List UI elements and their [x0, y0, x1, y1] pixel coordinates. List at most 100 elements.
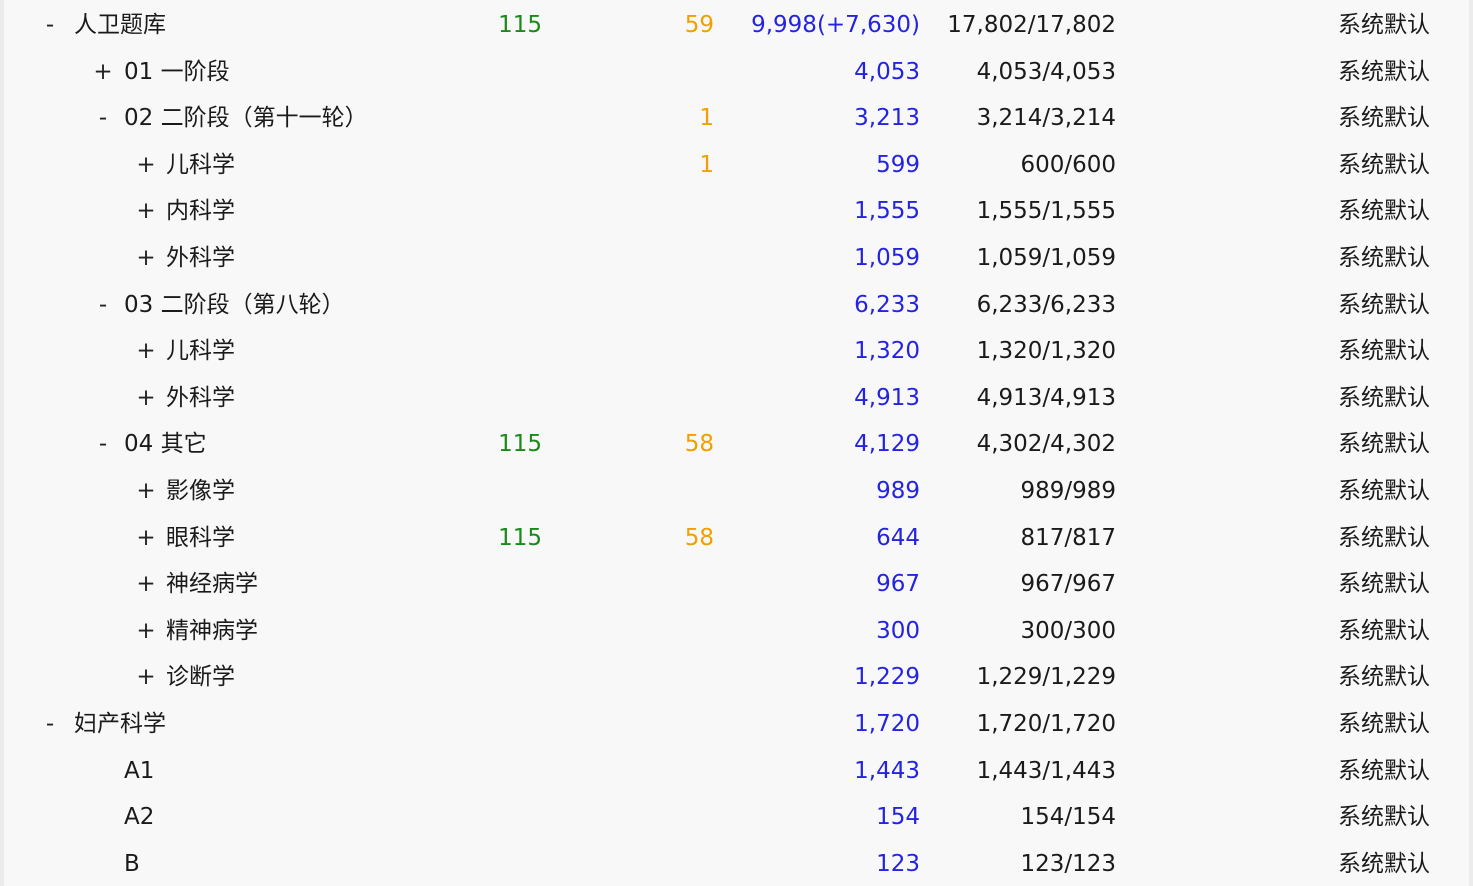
collapse-toggle[interactable]: - [93, 282, 113, 329]
count-blue[interactable]: 989 [876, 468, 920, 515]
row-name[interactable]: 儿科学 [166, 142, 235, 189]
collapse-toggle[interactable]: - [40, 2, 60, 49]
tree-row-02[interactable]: - 02 二阶段（第十一轮） 1 3,213 3,214/3,214 系统默认 [0, 95, 1473, 142]
count-blue[interactable]: 967 [876, 561, 920, 608]
row-name[interactable]: 精神病学 [166, 608, 258, 655]
count-ratio: 3,214/3,214 [976, 105, 1116, 132]
count-blue[interactable]: 1,320 [854, 328, 920, 375]
tree-row-04-diagnostics[interactable]: + 诊断学 1,229 1,229/1,229 系统默认 [0, 654, 1473, 701]
count-ratio: 17,802/17,802 [947, 12, 1116, 38]
setting-label[interactable]: 系统默认 [1338, 421, 1430, 468]
setting-label[interactable]: 系统默认 [1338, 188, 1430, 235]
count-ratio: 1,059/1,059 [976, 244, 1116, 271]
tree-row-03-surgery[interactable]: + 外科学 4,913 4,913/4,913 系统默认 [0, 375, 1473, 422]
tree-row-04-imaging[interactable]: + 影像学 989 989/989 系统默认 [0, 468, 1473, 515]
tree-row-a1[interactable]: A1 1,443 1,443/1,443 系统默认 [0, 748, 1473, 795]
count-blue[interactable]: 1,229 [854, 654, 920, 701]
row-name[interactable]: 外科学 [166, 375, 235, 422]
row-name[interactable]: 人卫题库 [74, 2, 166, 49]
setting-label[interactable]: 系统默认 [1338, 561, 1430, 608]
setting-label[interactable]: 系统默认 [1338, 49, 1430, 96]
collapse-toggle[interactable]: - [93, 421, 113, 468]
setting-label[interactable]: 系统默认 [1338, 468, 1430, 515]
tree-row-02-pediatrics[interactable]: + 儿科学 1 599 600/600 系统默认 [0, 142, 1473, 189]
count-ratio: 123/123 [1020, 850, 1116, 877]
count-blue[interactable]: 123 [876, 841, 920, 886]
row-name[interactable]: 内科学 [166, 188, 235, 235]
tree-row-04-ophthalmology[interactable]: + 眼科学 115 58 644 817/817 系统默认 [0, 515, 1473, 562]
expand-toggle[interactable]: + [136, 188, 156, 235]
collapse-toggle[interactable]: - [93, 95, 113, 142]
tree-row-02-internal[interactable]: + 内科学 1,555 1,555/1,555 系统默认 [0, 188, 1473, 235]
setting-label[interactable]: 系统默认 [1338, 841, 1430, 886]
count-blue[interactable]: 1,059 [854, 235, 920, 282]
count-blue[interactable]: 1,443 [854, 748, 920, 795]
expand-toggle[interactable]: + [136, 561, 156, 608]
setting-label[interactable]: 系统默认 [1338, 748, 1430, 795]
tree-row-03-pediatrics[interactable]: + 儿科学 1,320 1,320/1,320 系统默认 [0, 328, 1473, 375]
expand-toggle[interactable]: + [136, 142, 156, 189]
setting-label[interactable]: 系统默认 [1338, 95, 1430, 142]
tree-row-04-neurology[interactable]: + 神经病学 967 967/967 系统默认 [0, 561, 1473, 608]
tree-row-02-surgery[interactable]: + 外科学 1,059 1,059/1,059 系统默认 [0, 235, 1473, 282]
expand-toggle[interactable]: + [136, 515, 156, 562]
count-blue[interactable]: 154 [876, 794, 920, 841]
row-name[interactable]: 04 其它 [124, 421, 207, 468]
row-name[interactable]: 儿科学 [166, 328, 235, 375]
setting-label[interactable]: 系统默认 [1338, 2, 1430, 49]
expand-toggle[interactable]: + [136, 235, 156, 282]
tree-row-03[interactable]: - 03 二阶段（第八轮） 6,233 6,233/6,233 系统默认 [0, 282, 1473, 329]
expand-toggle[interactable]: + [136, 654, 156, 701]
expand-toggle[interactable]: + [136, 375, 156, 422]
count-blue[interactable]: 300 [876, 608, 920, 655]
row-name[interactable]: B [124, 841, 140, 886]
count-ratio: 1,229/1,229 [976, 664, 1116, 691]
row-name[interactable]: 诊断学 [166, 654, 235, 701]
setting-label[interactable]: 系统默认 [1338, 142, 1430, 189]
count-blue[interactable]: 644 [876, 515, 920, 562]
row-name[interactable]: 眼科学 [166, 515, 235, 562]
row-name[interactable]: 02 二阶段（第十一轮） [124, 95, 368, 142]
tree-row-01[interactable]: + 01 一阶段 4,053 4,053/4,053 系统默认 [0, 49, 1473, 96]
setting-label[interactable]: 系统默认 [1338, 794, 1430, 841]
tree-row-04[interactable]: - 04 其它 115 58 4,129 4,302/4,302 系统默认 [0, 421, 1473, 468]
row-name[interactable]: A2 [124, 794, 154, 841]
row-name[interactable]: 01 一阶段 [124, 49, 230, 96]
row-name[interactable]: 妇产科学 [74, 701, 166, 748]
row-name[interactable]: 神经病学 [166, 561, 258, 608]
setting-label[interactable]: 系统默认 [1338, 515, 1430, 562]
tree-row-renwei[interactable]: - 人卫题库 115 59 9,998(+7,630) 17,802/17,80… [0, 2, 1473, 49]
count-blue[interactable]: 4,129 [854, 421, 920, 468]
setting-label[interactable]: 系统默认 [1338, 328, 1430, 375]
tree-row-04-psychiatry[interactable]: + 精神病学 300 300/300 系统默认 [0, 608, 1473, 655]
tree-row-a2[interactable]: A2 154 154/154 系统默认 [0, 794, 1473, 841]
count-blue[interactable]: 1,555 [854, 188, 920, 235]
expand-toggle[interactable]: + [93, 49, 113, 96]
row-name[interactable]: 影像学 [166, 468, 235, 515]
count-blue[interactable]: 9,998(+7,630) [751, 2, 920, 49]
setting-label[interactable]: 系统默认 [1338, 282, 1430, 329]
count-blue[interactable]: 4,913 [854, 375, 920, 422]
count-blue[interactable]: 4,053 [854, 49, 920, 96]
collapse-toggle[interactable]: - [40, 701, 60, 748]
count-blue[interactable]: 3,213 [854, 95, 920, 142]
row-name[interactable]: A1 [124, 748, 154, 795]
count-ratio: 6,233/6,233 [976, 291, 1116, 318]
setting-label[interactable]: 系统默认 [1338, 375, 1430, 422]
expand-toggle[interactable]: + [136, 468, 156, 515]
tree-row-obgyn[interactable]: - 妇产科学 1,720 1,720/1,720 系统默认 [0, 701, 1473, 748]
setting-label[interactable]: 系统默认 [1338, 654, 1430, 701]
count-blue[interactable]: 599 [876, 142, 920, 189]
tree-row-b[interactable]: B 123 123/123 系统默认 [0, 841, 1473, 886]
count-blue[interactable]: 1,720 [854, 701, 920, 748]
count-orange: 59 [684, 12, 714, 38]
setting-label[interactable]: 系统默认 [1338, 701, 1430, 748]
expand-toggle[interactable]: + [136, 608, 156, 655]
setting-label[interactable]: 系统默认 [1338, 608, 1430, 655]
row-name[interactable]: 外科学 [166, 235, 235, 282]
expand-toggle[interactable]: + [136, 328, 156, 375]
row-name[interactable]: 03 二阶段（第八轮） [124, 282, 345, 329]
count-blue[interactable]: 6,233 [854, 282, 920, 329]
setting-label[interactable]: 系统默认 [1338, 235, 1430, 282]
question-bank-tree-page: - 人卫题库 115 59 9,998(+7,630) 17,802/17,80… [0, 0, 1473, 886]
